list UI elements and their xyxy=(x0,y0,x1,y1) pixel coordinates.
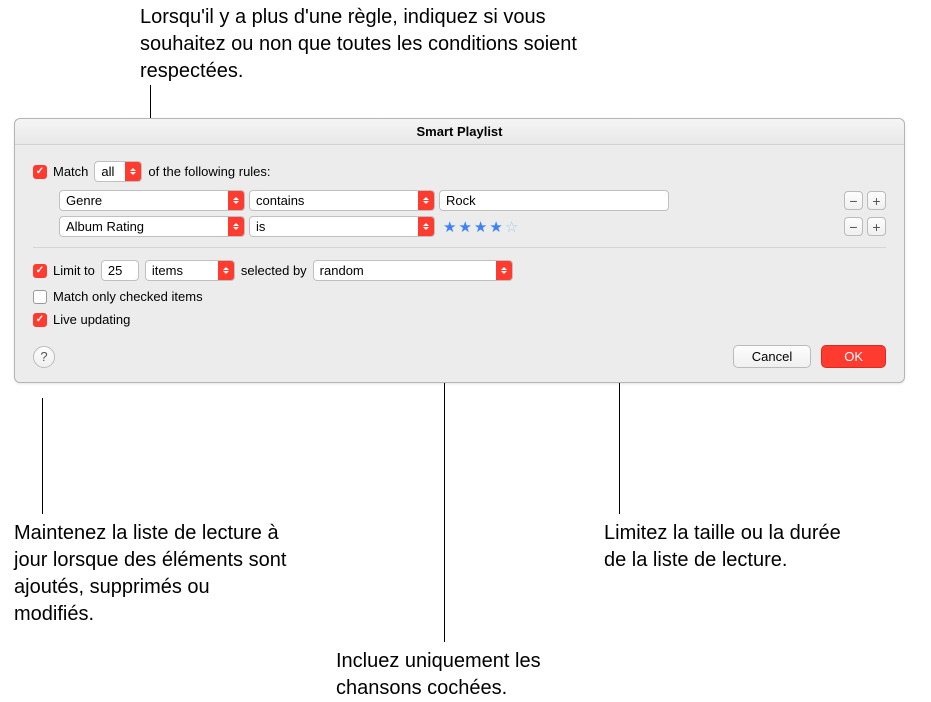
chevron-updown-icon xyxy=(228,191,244,210)
rating-stars[interactable]: ★ ★ ★ ★ ☆ xyxy=(439,218,518,236)
match-checkbox[interactable] xyxy=(33,165,47,179)
dialog-footer: ? Cancel OK xyxy=(33,345,886,368)
limit-checkbox[interactable] xyxy=(33,264,47,278)
remove-rule-button[interactable]: − xyxy=(844,217,863,236)
limit-method-select[interactable]: random xyxy=(313,260,513,281)
chevron-updown-icon xyxy=(418,191,434,210)
annotation-match-mode: Lorsqu'il y a plus d'une règle, indiquez… xyxy=(140,4,600,85)
rule-row: Album Rating is ★ ★ ★ ★ ☆ − + xyxy=(59,216,886,237)
annotation-checked-items: Incluez uniquement les chansons cochées. xyxy=(336,648,616,702)
limit-method-value: random xyxy=(314,263,496,278)
rule-field-select[interactable]: Genre xyxy=(59,190,245,211)
smart-playlist-dialog: Smart Playlist Match all of the followin… xyxy=(14,118,905,383)
limit-value-input[interactable] xyxy=(101,260,139,281)
live-updating-row: Live updating xyxy=(33,312,886,327)
star-icon: ★ xyxy=(489,218,502,236)
rule-field-select[interactable]: Album Rating xyxy=(59,216,245,237)
annotation-live-updating: Maintenez la liste de lecture à jour lor… xyxy=(14,520,294,628)
chevron-updown-icon xyxy=(125,162,141,181)
limit-row: Limit to items selected by random xyxy=(33,260,886,281)
dialog-title: Smart Playlist xyxy=(15,119,904,145)
callout-line xyxy=(444,367,445,642)
cancel-button[interactable]: Cancel xyxy=(733,345,811,368)
star-icon: ★ xyxy=(474,218,487,236)
rule-value-input[interactable] xyxy=(439,190,669,211)
star-icon: ☆ xyxy=(505,218,518,236)
live-updating-checkbox[interactable] xyxy=(33,313,47,327)
rule-op-select[interactable]: is xyxy=(249,216,435,237)
add-rule-button[interactable]: + xyxy=(867,217,886,236)
chevron-updown-icon xyxy=(418,217,434,236)
rule-row: Genre contains − + xyxy=(59,190,886,211)
annotation-limit: Limitez la taille ou la durée de la list… xyxy=(604,520,864,574)
limit-label: Limit to xyxy=(53,263,95,278)
divider xyxy=(33,247,886,248)
match-row: Match all of the following rules: xyxy=(33,161,886,182)
rule-field-value: Album Rating xyxy=(60,219,228,234)
chevron-updown-icon xyxy=(496,261,512,280)
help-button[interactable]: ? xyxy=(33,346,55,368)
rule-op-value: contains xyxy=(250,193,418,208)
chevron-updown-icon xyxy=(228,217,244,236)
star-icon: ★ xyxy=(443,218,456,236)
match-suffix: of the following rules: xyxy=(148,164,270,179)
match-mode-select[interactable]: all xyxy=(94,161,142,182)
ok-button[interactable]: OK xyxy=(821,345,886,368)
match-label: Match xyxy=(53,164,88,179)
match-checked-label: Match only checked items xyxy=(53,289,203,304)
add-rule-button[interactable]: + xyxy=(867,191,886,210)
live-updating-label: Live updating xyxy=(53,312,130,327)
rule-op-select[interactable]: contains xyxy=(249,190,435,211)
match-checked-checkbox[interactable] xyxy=(33,290,47,304)
chevron-updown-icon xyxy=(218,261,234,280)
star-icon: ★ xyxy=(458,218,471,236)
rule-field-value: Genre xyxy=(60,193,228,208)
limit-unit-select[interactable]: items xyxy=(145,260,235,281)
selected-by-label: selected by xyxy=(241,263,307,278)
callout-line xyxy=(42,398,43,514)
rules-list: Genre contains − + Album Rating is xyxy=(59,190,886,237)
rule-op-value: is xyxy=(250,219,418,234)
remove-rule-button[interactable]: − xyxy=(844,191,863,210)
match-checked-row: Match only checked items xyxy=(33,289,886,304)
match-mode-value: all xyxy=(95,164,125,179)
limit-unit-value: items xyxy=(146,263,218,278)
